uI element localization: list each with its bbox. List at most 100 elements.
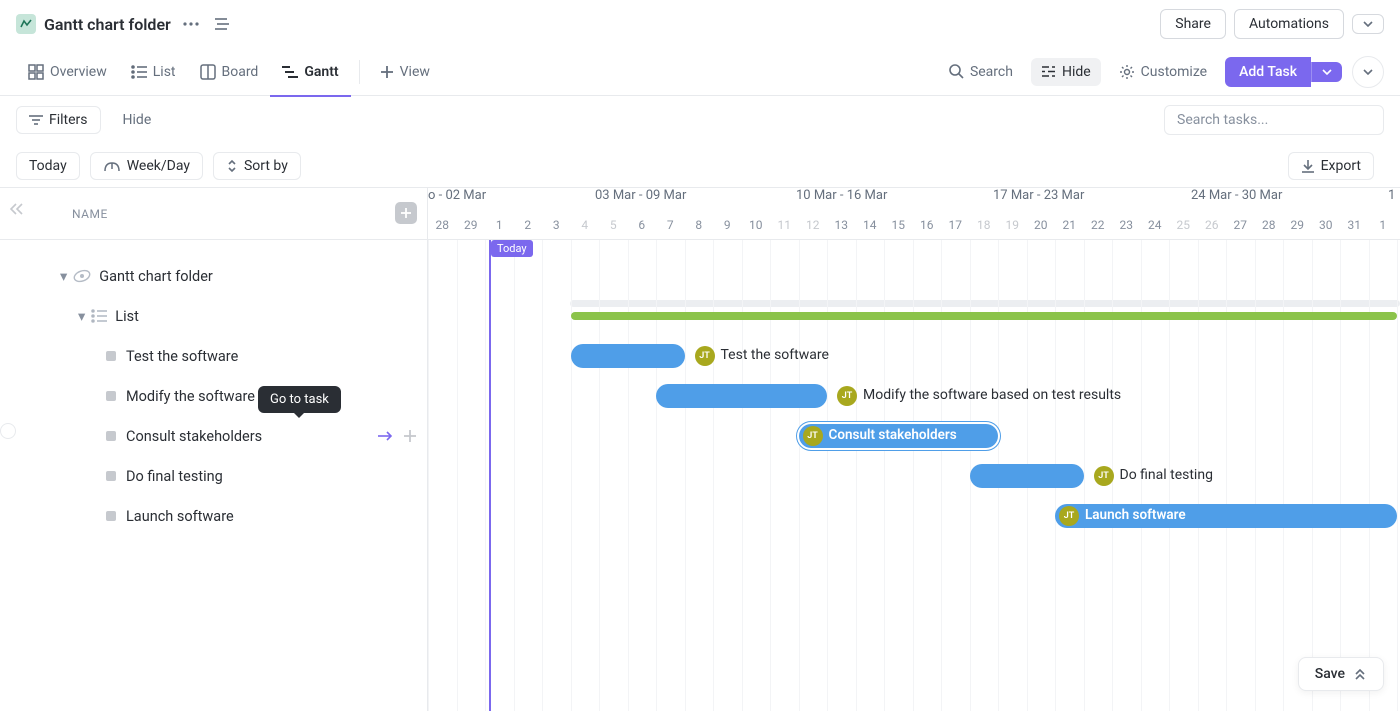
status-icon <box>106 471 116 481</box>
bar-label: Modify the software based on test result… <box>863 387 1121 403</box>
tab-board[interactable]: Board <box>188 48 271 96</box>
today-line <box>489 240 491 711</box>
tree-list-label: List <box>115 308 139 325</box>
task-row-active[interactable]: Consult stakeholders <box>0 416 427 456</box>
add-task-button[interactable]: Add Task <box>1225 57 1342 87</box>
row-handle[interactable] <box>0 423 16 439</box>
day-label: 27 <box>1226 218 1255 232</box>
week-row: o - 02 Mar 03 Mar - 09 Mar 10 Mar - 16 Mar… <box>428 188 1400 214</box>
task-label: Modify the software b <box>126 388 267 405</box>
week-label: o - 02 Mar <box>428 188 486 203</box>
search-input[interactable]: Search tasks... <box>1164 105 1384 135</box>
gantt-row: JTLaunch software <box>428 496 1400 536</box>
export-button[interactable]: Export <box>1288 152 1374 180</box>
day-label: 3 <box>542 218 571 232</box>
tree-list-row[interactable]: ▾ List <box>0 296 427 336</box>
collapse-icon[interactable] <box>8 202 24 216</box>
today-chip: Today <box>491 240 533 257</box>
today-button[interactable]: Today <box>16 152 80 180</box>
outline-icon[interactable] <box>211 12 235 36</box>
search-label: Search <box>970 64 1013 80</box>
day-label: 19 <box>998 218 1027 232</box>
day-label: 26 <box>1198 218 1227 232</box>
add-task-label[interactable]: Add Task <box>1225 57 1311 87</box>
add-task-caret[interactable] <box>1311 62 1342 82</box>
day-row: 2829123456789101112131415161718192021222… <box>428 214 1400 240</box>
status-icon <box>106 391 116 401</box>
day-label: 12 <box>799 218 828 232</box>
task-tree: ▾ Gantt chart folder ▾ List Test the sof… <box>0 240 427 536</box>
share-button[interactable]: Share <box>1160 9 1226 39</box>
chevron-down-icon[interactable]: ▾ <box>60 268 67 285</box>
task-row[interactable]: Do final testing <box>0 456 427 496</box>
day-label: 16 <box>913 218 942 232</box>
tab-gantt[interactable]: Gantt <box>270 48 350 96</box>
hide-button[interactable]: Hide <box>111 107 164 133</box>
task-label: Test the software <box>126 348 238 365</box>
day-label: 1 <box>1369 218 1398 232</box>
tab-view-label: View <box>400 64 430 80</box>
timeline-header: o - 02 Mar 03 Mar - 09 Mar 10 Mar - 16 Mar… <box>428 188 1400 240</box>
task-row[interactable]: Test the software <box>0 336 427 376</box>
day-label: 10 <box>742 218 771 232</box>
filters-button[interactable]: Filters <box>16 106 101 134</box>
save-button[interactable]: Save <box>1298 657 1384 691</box>
gantt-row: JTModify the software based on test resu… <box>428 376 1400 416</box>
tab-gantt-label: Gantt <box>304 64 338 80</box>
task-bar[interactable] <box>571 344 685 368</box>
day-label: 4 <box>571 218 600 232</box>
task-row[interactable]: Launch software <box>0 496 427 536</box>
automations-caret[interactable] <box>1352 14 1384 34</box>
task-bar[interactable]: JTLaunch software <box>1055 504 1397 528</box>
automations-button[interactable]: Automations <box>1234 9 1344 39</box>
day-label: 31 <box>1340 218 1369 232</box>
summary-bar[interactable] <box>571 312 1398 320</box>
chevron-up-double-icon <box>1353 667 1367 681</box>
add-column-button[interactable] <box>395 202 417 224</box>
day-label: 30 <box>1312 218 1341 232</box>
task-label: Consult stakeholders <box>126 428 262 445</box>
week-label: 24 Mar - 30 Mar <box>1191 188 1282 203</box>
more-icon[interactable] <box>179 12 203 36</box>
day-label: 29 <box>457 218 486 232</box>
week-label: 10 Mar - 16 Mar <box>796 188 887 203</box>
day-label: 7 <box>656 218 685 232</box>
filters-label: Filters <box>49 112 88 128</box>
tab-add-view[interactable]: View <box>368 48 442 96</box>
day-label: 18 <box>970 218 999 232</box>
tab-list-label: List <box>153 64 176 80</box>
folder-node-icon <box>73 267 91 285</box>
name-column-header: NAME <box>72 207 108 221</box>
go-to-task-icon[interactable] <box>377 430 395 442</box>
tab-list[interactable]: List <box>119 48 188 96</box>
avatar: JT <box>695 346 715 366</box>
page-title[interactable]: Gantt chart folder <box>44 15 171 34</box>
more-options-icon[interactable] <box>1352 56 1384 88</box>
chevron-down-icon[interactable]: ▾ <box>78 308 85 325</box>
week-label: 03 Mar - 09 Mar <box>595 188 686 203</box>
list-node-icon <box>91 309 107 323</box>
customize-button[interactable]: Customize <box>1109 58 1217 86</box>
zoom-button[interactable]: Week/Day <box>90 152 203 180</box>
hide-toggle[interactable]: Hide <box>1031 58 1101 86</box>
day-label: 28 <box>428 218 457 232</box>
task-bar[interactable]: JTConsult stakeholders <box>799 424 999 448</box>
sort-button[interactable]: Sort by <box>213 152 301 180</box>
day-label: 28 <box>1255 218 1284 232</box>
gantt-row: JTDo final testing <box>428 456 1400 496</box>
day-label: 11 <box>770 218 799 232</box>
day-label: 21 <box>1055 218 1084 232</box>
day-label: 15 <box>884 218 913 232</box>
task-bar[interactable] <box>656 384 827 408</box>
tab-overview[interactable]: Overview <box>16 48 119 96</box>
tree-folder-row[interactable]: ▾ Gantt chart folder <box>0 256 427 296</box>
task-row[interactable]: Modify the software b <box>0 376 427 416</box>
gantt-chart[interactable]: TodayJTTest the softwareJTModify the sof… <box>428 240 1400 711</box>
day-label: 22 <box>1084 218 1113 232</box>
day-label: 5 <box>599 218 628 232</box>
task-bar[interactable] <box>970 464 1084 488</box>
day-label: 24 <box>1141 218 1170 232</box>
search-button[interactable]: Search <box>939 58 1023 86</box>
gantt-row: JTConsult stakeholders <box>428 416 1400 456</box>
add-subtask-icon[interactable] <box>403 429 417 443</box>
